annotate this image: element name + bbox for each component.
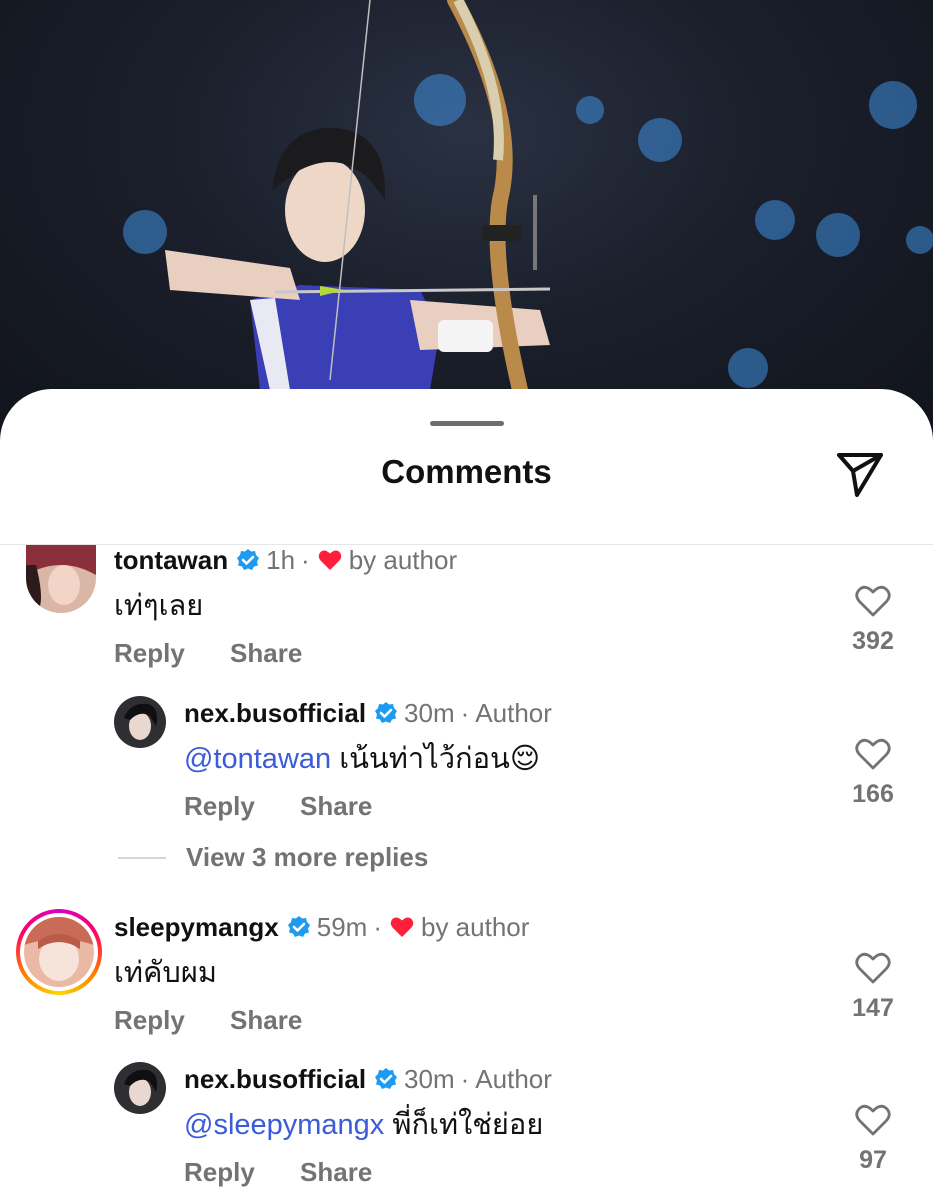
view-more-replies-label: View 3 more replies: [186, 842, 429, 872]
timestamp: 30m: [404, 698, 455, 728]
view-more-replies-button[interactable]: View 3 more replies: [118, 842, 428, 873]
comment-header: sleepymangx 59m · by author: [114, 912, 529, 942]
like-count: 147: [852, 994, 894, 1022]
share-comment-button[interactable]: Share: [230, 1005, 302, 1035]
archer-face: [285, 158, 365, 262]
reply-header: nex.busofficial 30m · Author: [184, 1064, 552, 1094]
username[interactable]: tontawan: [114, 545, 228, 575]
reply-actions: Reply Share: [184, 791, 372, 822]
reply-actions: Reply Share: [184, 1157, 372, 1188]
timestamp: 59m: [316, 912, 368, 942]
comment-actions: Reply Share: [114, 638, 302, 669]
verified-badge-icon: [236, 548, 260, 572]
like-count: 392: [852, 627, 894, 655]
avatar-nex-busofficial[interactable]: [114, 696, 166, 748]
like-count: 166: [852, 780, 894, 808]
paper-plane-icon: [837, 453, 883, 497]
relieved-face-emoji: 😌: [509, 743, 541, 775]
meta-separator: ·: [373, 912, 382, 942]
reply-button[interactable]: Reply: [114, 638, 185, 668]
author-tag: Author: [475, 1064, 552, 1094]
timestamp: 1h: [266, 545, 296, 575]
post-photo: [0, 0, 933, 440]
comments-sheet: Comments tontawan 1h · by author เท่ๆเลย…: [0, 389, 933, 1200]
like-heart-icon[interactable]: [833, 952, 913, 984]
reply-button[interactable]: Reply: [184, 1157, 255, 1187]
author-tag: Author: [475, 698, 552, 728]
reply-like: 97: [833, 1104, 913, 1175]
reply-button[interactable]: Reply: [184, 791, 255, 821]
like-count: 97: [859, 1146, 887, 1174]
liked-by-author-label: by author: [348, 545, 458, 575]
avatar-tontawan[interactable]: [26, 545, 96, 613]
meta-separator: ·: [301, 545, 310, 575]
like-heart-icon[interactable]: [833, 1104, 913, 1136]
share-comment-button[interactable]: Share: [300, 791, 372, 821]
reply-text: @tontawan เน้นท่าไว้ก่อน😌: [184, 741, 540, 777]
comment-text: เท่คับผม: [114, 957, 217, 989]
verified-badge-icon: [287, 915, 311, 939]
author-heart-icon: [390, 916, 414, 938]
username[interactable]: nex.busofficial: [184, 1064, 366, 1094]
reply-header: nex.busofficial 30m · Author: [184, 698, 552, 728]
username[interactable]: nex.busofficial: [184, 698, 366, 728]
mention-link[interactable]: @tontawan: [184, 743, 331, 775]
reply-button[interactable]: Reply: [114, 1005, 185, 1035]
comment-like: 147: [833, 952, 913, 1023]
comment-header: tontawan 1h · by author: [114, 545, 457, 575]
reply-body: เน้นท่าไว้ก่อน: [331, 743, 510, 775]
share-comment-button[interactable]: Share: [230, 638, 302, 668]
reply-like: 166: [833, 738, 913, 809]
timestamp: 30m: [404, 1064, 455, 1094]
verified-badge-icon: [374, 1067, 398, 1091]
comment-text: เท่ๆเลย: [114, 590, 204, 622]
meta-separator: ·: [460, 698, 470, 728]
avatar-nex-busofficial[interactable]: [114, 1062, 166, 1114]
avatar-sleepymangx[interactable]: [16, 909, 102, 995]
comment-like: 392: [833, 585, 913, 656]
liked-by-author-label: by author: [421, 912, 530, 942]
reply-body: พี่ก็เท่ใช่ย่อย: [384, 1109, 544, 1141]
like-heart-icon[interactable]: [833, 585, 913, 617]
share-comment-button[interactable]: Share: [300, 1157, 372, 1187]
sheet-title: Comments: [381, 453, 552, 490]
author-heart-icon: [318, 549, 342, 571]
reply-text: @sleepymangx พี่ก็เท่ใช่ย่อย: [184, 1107, 543, 1143]
username[interactable]: sleepymangx: [114, 912, 279, 942]
verified-badge-icon: [374, 701, 398, 725]
replies-divider-line: [118, 856, 166, 859]
comment-actions: Reply Share: [114, 1005, 302, 1036]
meta-separator: ·: [460, 1064, 470, 1094]
mention-link[interactable]: @sleepymangx: [184, 1109, 384, 1141]
share-button[interactable]: [832, 449, 888, 501]
like-heart-icon[interactable]: [833, 738, 913, 770]
drag-handle[interactable]: [430, 421, 504, 426]
